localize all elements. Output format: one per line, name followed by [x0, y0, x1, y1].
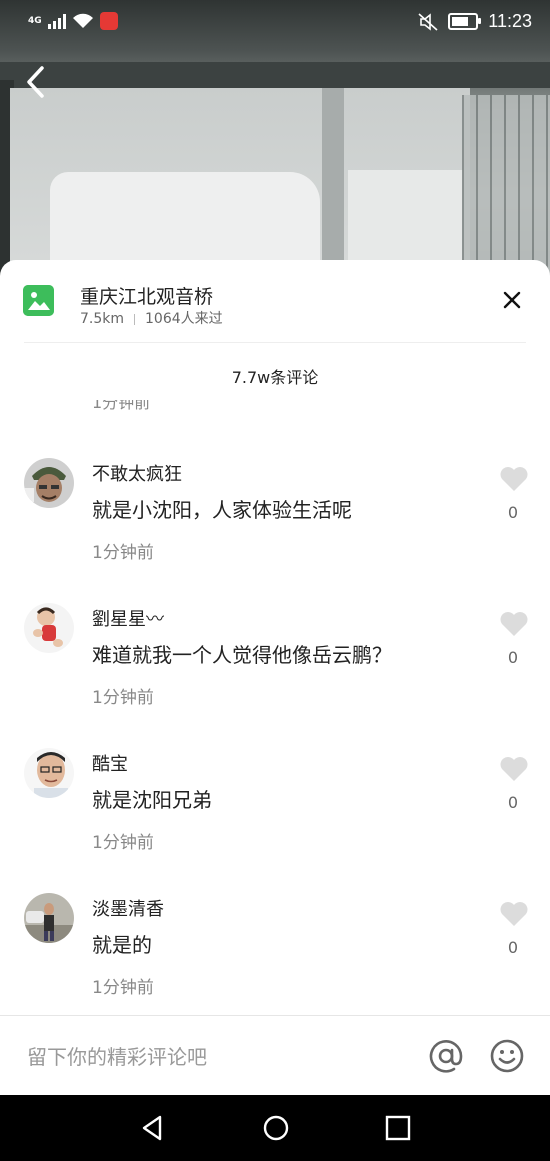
header-divider	[24, 342, 526, 343]
comment-count: 7.7w条评论	[231, 368, 319, 387]
mute-icon	[418, 12, 438, 31]
close-icon[interactable]	[502, 290, 522, 310]
avatar[interactable]	[24, 458, 74, 508]
system-nav-bar	[0, 1095, 550, 1161]
building-outside	[462, 95, 550, 280]
emoji-icon[interactable]	[489, 1038, 525, 1074]
like-count: 0	[507, 648, 519, 667]
comment-text: 就是小沈阳，人家体验生活呢	[92, 498, 352, 522]
like-count: 0	[507, 503, 519, 522]
location-distance: 7.5km	[80, 311, 125, 327]
like-count: 0	[507, 938, 519, 957]
battery-icon	[448, 13, 482, 30]
heart-icon[interactable]	[499, 756, 529, 782]
heart-icon[interactable]	[499, 611, 529, 637]
nav-back-icon[interactable]	[138, 1113, 168, 1143]
status-left: 4G	[28, 12, 118, 30]
comment-sheet: 重庆江北观音桥 7.5km 1064人来过 7.7w条评论 1分钟前 不敢太疯狂 …	[0, 260, 550, 1095]
nav-recent-icon[interactable]	[383, 1113, 413, 1143]
location-title: 重庆江北观音桥	[80, 286, 214, 308]
comment-text: 就是的	[92, 933, 152, 957]
comment-input-bar	[0, 1015, 550, 1096]
avatar[interactable]	[24, 893, 74, 943]
at-icon[interactable]	[428, 1038, 464, 1074]
location-visitors: 1064人来过	[145, 311, 223, 327]
network-type: 4G	[28, 16, 42, 26]
status-bar: 4G 11:23	[0, 0, 550, 46]
comment-text: 就是沈阳兄弟	[92, 788, 212, 812]
chevron-left-icon[interactable]	[22, 64, 52, 100]
image-icon	[23, 285, 54, 316]
comment-input[interactable]	[25, 1038, 409, 1076]
comment-time: 1分钟前	[92, 688, 154, 708]
like-count: 0	[507, 793, 519, 812]
comment-item[interactable]: 劉星星〰 难道就我一个人觉得他像岳云鹏？ 1分钟前 0	[0, 603, 550, 743]
clock: 11:23	[488, 11, 532, 31]
location-header[interactable]: 重庆江北观音桥 7.5km 1064人来过	[0, 260, 550, 342]
comment-username[interactable]: 不敢太疯狂	[92, 460, 182, 486]
signal-icon	[47, 13, 66, 29]
comment-time: 1分钟前	[92, 833, 154, 853]
comment-item[interactable]: 不敢太疯狂 就是小沈阳，人家体验生活呢 1分钟前 0	[0, 458, 550, 598]
heart-icon[interactable]	[499, 901, 529, 927]
window-frame	[0, 62, 550, 88]
heart-icon[interactable]	[499, 466, 529, 492]
comment-time: 1分钟前	[92, 543, 154, 563]
status-right: 11:23	[418, 11, 532, 32]
comment-username[interactable]: 淡墨清香	[92, 895, 164, 921]
location-meta: 7.5km 1064人来过	[80, 308, 223, 328]
avatar[interactable]	[24, 748, 74, 798]
comment-username[interactable]: 劉星星〰	[92, 605, 164, 631]
comment-text: 难道就我一个人觉得他像岳云鹏？	[92, 643, 392, 667]
comment-item[interactable]: 淡墨清香 就是的 1分钟前 0	[0, 893, 550, 1033]
meta-separator	[134, 313, 136, 325]
partial-comment-time: 1分钟前	[92, 400, 151, 412]
comment-time: 1分钟前	[92, 978, 154, 998]
comment-item[interactable]: 酷宝 就是沈阳兄弟 1分钟前 0	[0, 748, 550, 888]
window-pillar	[322, 88, 344, 280]
nav-home-icon[interactable]	[261, 1113, 291, 1143]
wifi-icon	[72, 13, 93, 28]
comment-username[interactable]: 酷宝	[92, 750, 128, 776]
avatar[interactable]	[24, 603, 74, 653]
app-notification-icon	[99, 12, 118, 30]
